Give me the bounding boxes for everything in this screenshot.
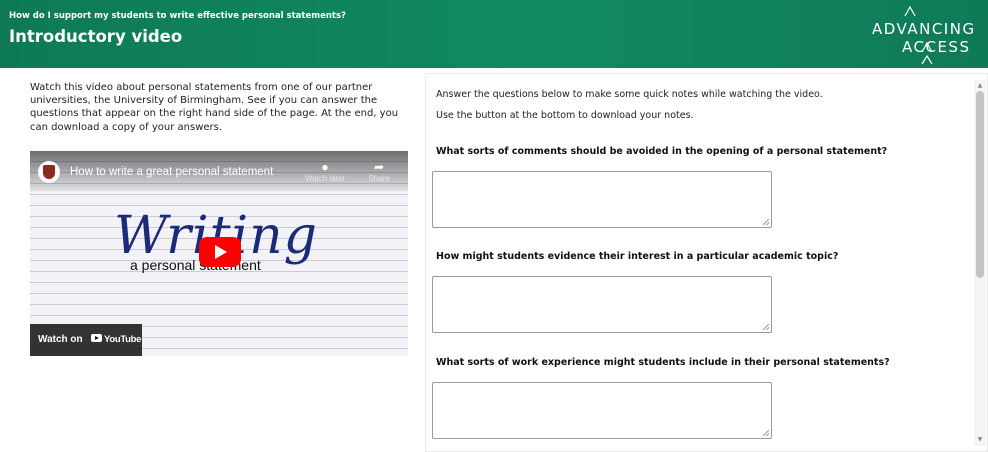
question-label: What sorts of comments should be avoided… — [436, 146, 888, 157]
answer-textarea[interactable] — [432, 171, 772, 228]
notes-instruction-1: Answer the questions below to make some … — [436, 89, 823, 100]
play-button[interactable] — [199, 237, 241, 267]
page-title: Introductory video — [9, 27, 183, 46]
answer-textarea[interactable] — [432, 382, 772, 439]
logo-line-1: ADVANCING — [872, 20, 976, 38]
answer-textarea[interactable] — [432, 276, 772, 333]
logo-line-2: ACCESS — [902, 38, 971, 56]
watch-on-label: Watch on — [38, 334, 83, 345]
watch-later-button[interactable]: ● Watch later — [298, 160, 352, 183]
scroll-up-arrow-icon[interactable]: ▲ — [974, 82, 986, 90]
share-label: Share — [368, 174, 390, 183]
video-thumbnail-subheading: a personal statement — [130, 257, 261, 273]
scroll-down-arrow-icon[interactable]: ▼ — [974, 436, 986, 444]
resize-handle-icon[interactable] — [763, 219, 769, 225]
question-label: How might students evidence their intere… — [436, 251, 839, 262]
scrollbar-thumb[interactable] — [976, 91, 984, 278]
video-title-link[interactable]: How to write a great personal statement — [70, 166, 273, 178]
channel-avatar-icon[interactable] — [38, 161, 60, 183]
notes-instruction-2: Use the button at the bottom to download… — [436, 110, 694, 121]
clock-icon: ● — [321, 160, 329, 174]
page-header: How do I support my students to write ef… — [0, 0, 988, 68]
resize-handle-icon[interactable] — [763, 430, 769, 436]
watch-later-label: Watch later — [304, 174, 346, 183]
advancing-access-logo: ADVANCING ACCESS — [864, 4, 988, 66]
share-button[interactable]: ➦ Share — [352, 160, 406, 183]
youtube-play-icon — [91, 334, 102, 342]
resize-handle-icon[interactable] — [763, 324, 769, 330]
share-arrow-icon: ➦ — [373, 160, 385, 174]
page-kicker: How do I support my students to write ef… — [9, 11, 346, 21]
question-label: What sorts of work experience might stud… — [436, 357, 890, 368]
intro-paragraph: Watch this video about personal statemen… — [30, 82, 399, 133]
video-player[interactable]: How to write a great personal statement … — [30, 151, 408, 356]
youtube-wordmark: YouTube — [104, 334, 142, 345]
watch-on-youtube-button[interactable]: Watch on YouTube — [30, 324, 142, 356]
